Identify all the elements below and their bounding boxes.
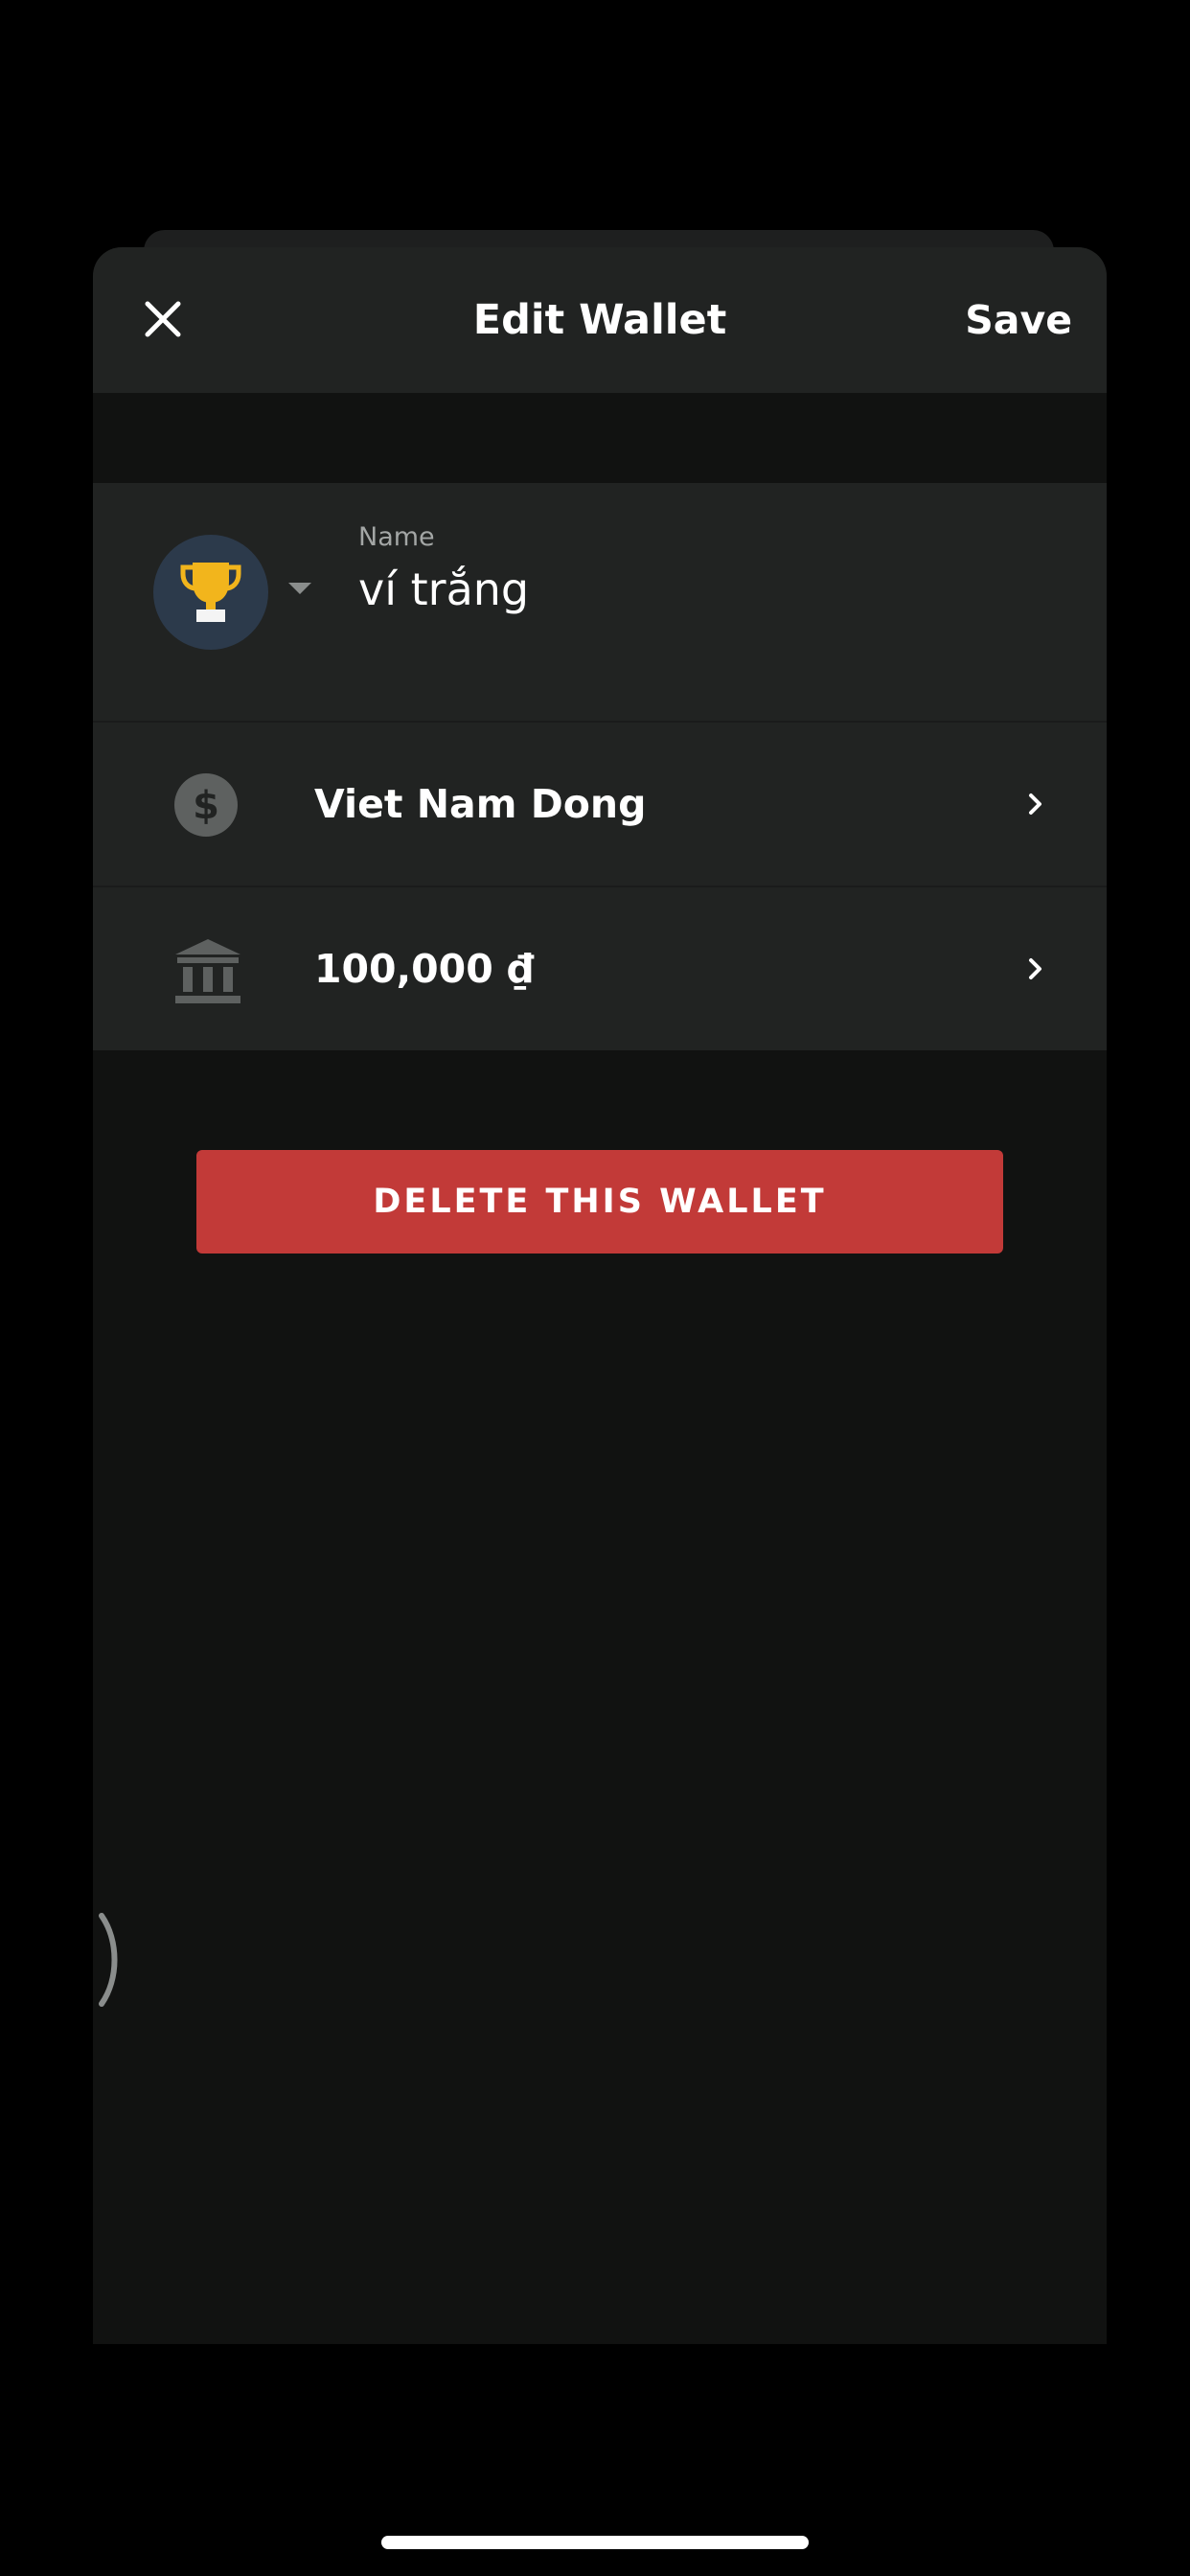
chevron-right-icon [1029,958,1041,979]
wallet-name-card: Name [93,483,1107,721]
name-field-label: Name [358,522,435,552]
save-button[interactable]: Save [965,293,1072,347]
trophy-icon [180,563,241,622]
wallet-icon-picker[interactable] [153,535,268,650]
bank-icon [173,937,242,1010]
delete-wallet-button[interactable]: DELETE THIS WALLET [196,1150,1003,1254]
balance-row[interactable]: 100,000 ₫ [93,887,1107,1050]
svg-text:$: $ [193,784,219,828]
chevron-right-icon [1029,794,1041,815]
currency-row[interactable]: $ Viet Nam Dong [93,723,1107,886]
scroll-handle [99,1913,118,2007]
currency-label: Viet Nam Dong [314,781,647,827]
home-indicator[interactable] [381,2536,809,2549]
sheet-header: Edit Wallet Save [93,247,1107,393]
dollar-circle-icon: $ [173,772,239,841]
wallet-name-input[interactable] [358,558,976,621]
page-title: Edit Wallet [472,296,727,344]
caret-down-icon[interactable] [288,583,311,594]
edit-wallet-sheet: Edit Wallet Save Name $ Viet Nam Dong [93,247,1107,2344]
balance-label: 100,000 ₫ [314,946,535,992]
